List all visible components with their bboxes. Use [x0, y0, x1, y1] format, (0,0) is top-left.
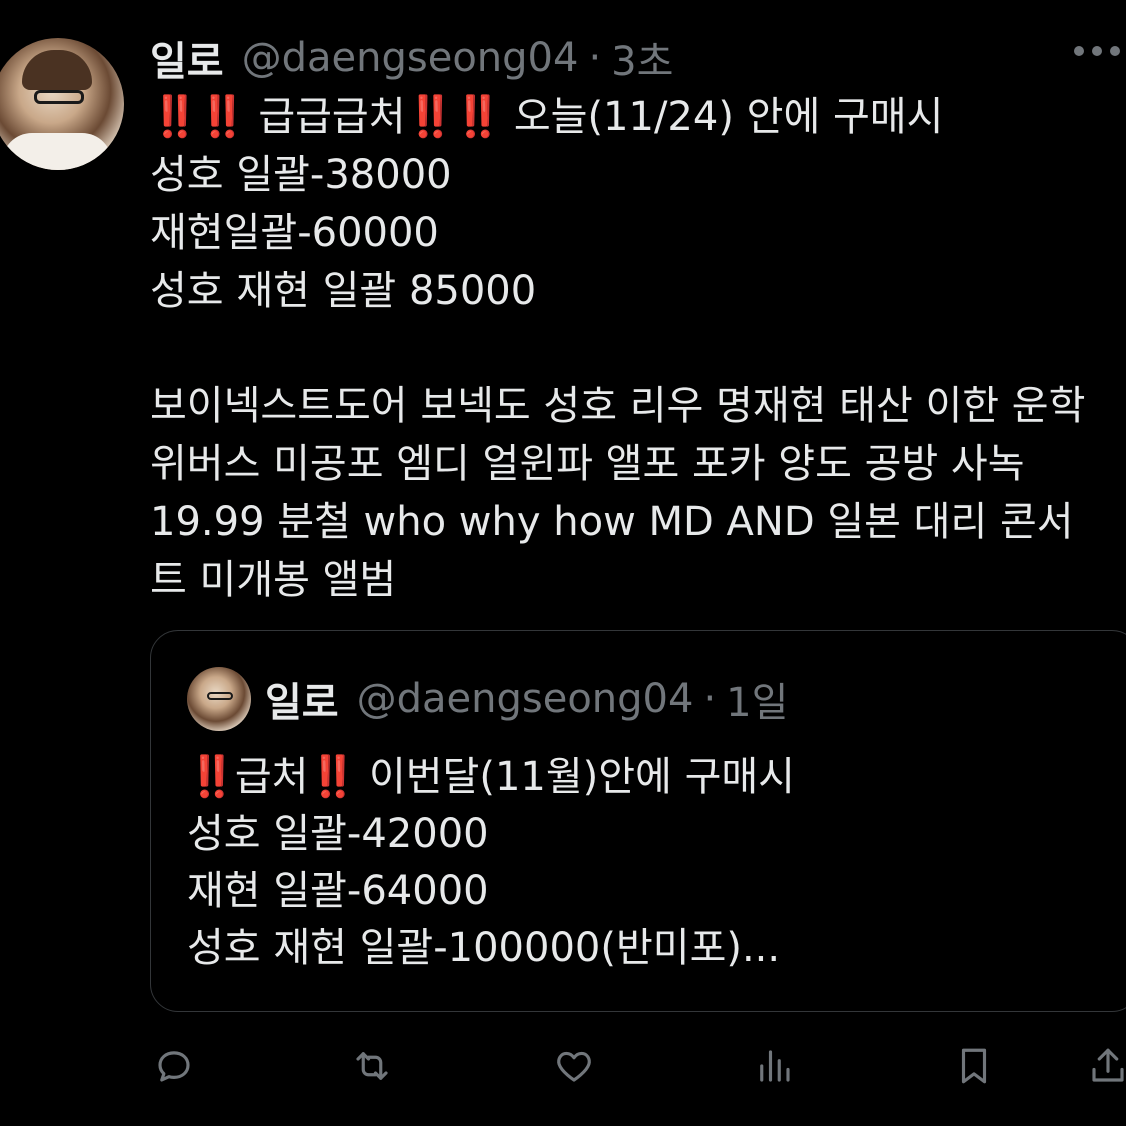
quoted-header-separator: · — [703, 676, 717, 722]
quoted-line: 재현 일괄-64000 — [187, 868, 489, 914]
quoted-author-handle: @daengseong04 — [356, 676, 694, 722]
tweet-line: 재현일괄-60000 — [150, 210, 439, 256]
tweet-line: 트 미개봉 앨범 — [150, 557, 397, 603]
bookmark-icon[interactable] — [950, 1040, 998, 1092]
views-icon[interactable] — [750, 1040, 798, 1092]
header-separator: · — [588, 35, 602, 81]
quoted-tweet-header: 일로 @daengseong04 · 1일 — [265, 671, 788, 727]
double-exclamation-icon: ‼️‼️ — [405, 94, 504, 140]
quoted-author-avatar — [187, 667, 251, 731]
author-avatar[interactable] — [0, 38, 124, 170]
quoted-line-1: ‼️급처‼️ 이번달(11월)안에 구매시 — [187, 754, 795, 800]
tweet-text: ‼️‼️ 급급급처‼️‼️ 오늘(11/24) 안에 구매시 성호 일괄-380… — [150, 88, 1126, 609]
share-icon[interactable] — [1084, 1040, 1126, 1092]
more-options-icon[interactable] — [1074, 46, 1120, 56]
tweet-header: 일로 @daengseong04 · 3초 — [150, 30, 673, 86]
tweet-line: 19.99 분철 who why how MD AND 일본 대리 콘서 — [150, 499, 1074, 545]
quoted-author-name: 일로 — [265, 680, 339, 726]
tweet-action-bar — [150, 1040, 1126, 1096]
retweet-icon[interactable] — [348, 1040, 396, 1092]
reply-icon[interactable] — [150, 1040, 198, 1092]
quoted-line: 성호 재현 일괄-100000(반미포)... — [187, 925, 781, 971]
double-exclamation-icon: ‼️‼️ — [150, 94, 248, 140]
tweet-line-1: ‼️‼️ 급급급처‼️‼️ 오늘(11/24) 안에 구매시 — [150, 94, 944, 140]
tweet-line: 보이넥스트도어 보넥도 성호 리우 명재현 태산 이한 운학 — [150, 383, 1086, 429]
author-name[interactable]: 일로 — [150, 29, 224, 87]
tweet-timestamp[interactable]: 3초 — [611, 29, 673, 87]
quoted-tweet-text: ‼️급처‼️ 이번달(11월)안에 구매시 성호 일괄-42000 재현 일괄-… — [187, 749, 1126, 977]
tweet-line: 성호 재현 일괄 85000 — [150, 268, 537, 314]
quoted-tweet-timestamp: 1일 — [726, 680, 789, 726]
tweet-line: 성호 일괄-38000 — [150, 152, 452, 198]
quoted-line: 성호 일괄-42000 — [187, 811, 489, 857]
double-exclamation-icon: ‼️ — [308, 754, 358, 800]
double-exclamation-icon: ‼️ — [187, 754, 237, 800]
like-icon[interactable] — [550, 1040, 598, 1092]
author-handle[interactable]: @daengseong04 — [242, 35, 579, 81]
quoted-tweet[interactable]: 일로 @daengseong04 · 1일 ‼️급처‼️ 이번달(11월)안에 … — [150, 630, 1126, 1012]
tweet-line: 위버스 미공포 엠디 얼윈파 앨포 포카 양도 공방 사녹 — [150, 441, 1025, 487]
